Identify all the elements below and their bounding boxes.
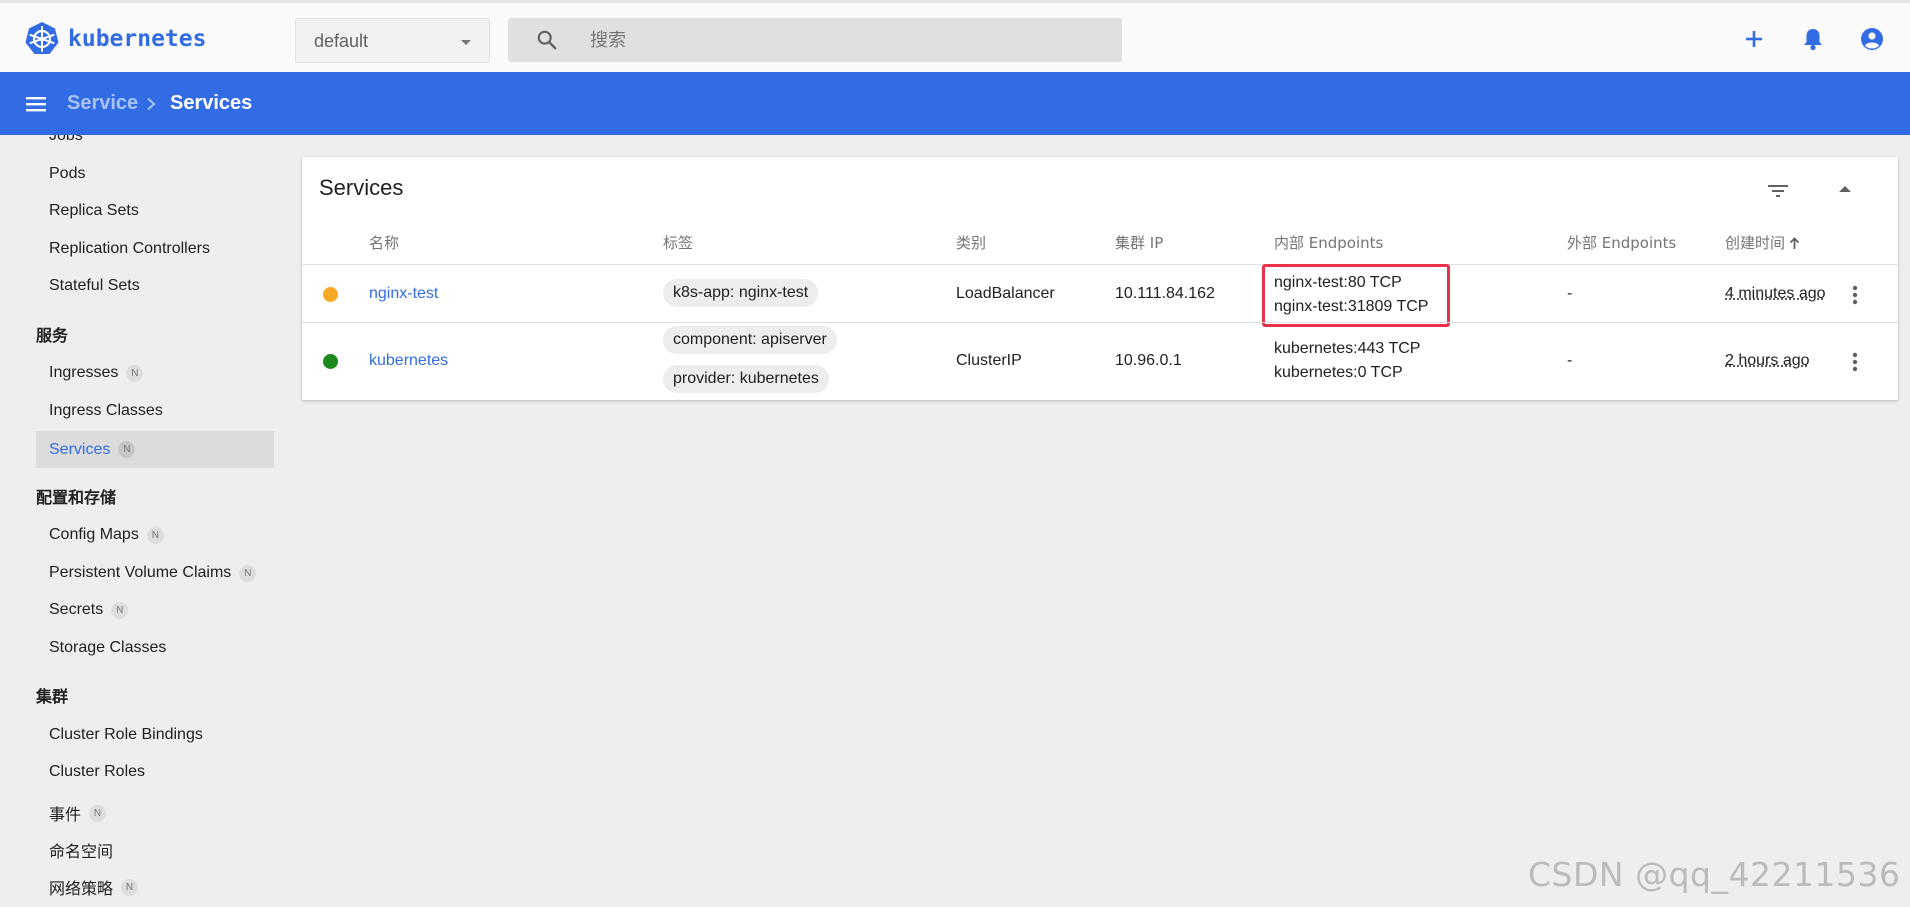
table-divider <box>302 264 1898 265</box>
sidebar-group-cluster: 集群 <box>36 687 69 706</box>
logo-text: kubernetes <box>68 26 207 52</box>
sidebar-item-events[interactable]: 事件 N <box>49 801 107 825</box>
column-header-external-endpoints: 外部 Endpoints <box>1567 234 1677 252</box>
sidebar-item-cluster-roles[interactable]: Cluster Roles <box>49 763 145 781</box>
new-badge: N <box>239 564 257 582</box>
endpoint-entry: kubernetes:443 TCP <box>1274 340 1421 357</box>
sidebar-item-services[interactable]: Services N <box>36 431 274 468</box>
services-card: Services 名称 标签 类别 集群 IP 内部 Endpoints 外部 … <box>302 157 1898 400</box>
column-header-type: 类别 <box>956 234 987 252</box>
namespace-value: default <box>314 31 369 51</box>
sidebar-item-network-policies[interactable]: 网络策略 N <box>49 875 139 899</box>
breadcrumb-bar: Service Services <box>0 72 1910 135</box>
sidebar-item-ingress-classes[interactable]: Ingress Classes <box>49 402 163 420</box>
external-endpoints: - <box>1567 285 1573 302</box>
external-endpoints: - <box>1567 352 1573 369</box>
sidebar-item-jobs[interactable]: Jobs <box>49 135 83 145</box>
card-title: Services <box>319 175 404 200</box>
service-name-link[interactable]: kubernetes <box>369 352 448 370</box>
search-input[interactable] <box>590 18 1090 62</box>
plus-icon[interactable] <box>1743 28 1765 50</box>
sidebar: Jobs Pods Replica Sets Replication Contr… <box>0 135 290 907</box>
endpoints-highlight-box <box>1262 264 1450 327</box>
top-bar: kubernetes default <box>0 0 1910 72</box>
created-age: 4 minutes ago <box>1725 285 1826 302</box>
service-name-link[interactable]: nginx-test <box>369 285 438 303</box>
bell-icon[interactable] <box>1802 27 1824 51</box>
watermark-text: CSDN @qq_42211536 <box>1528 855 1901 894</box>
column-header-cluster-ip: 集群 IP <box>1115 234 1164 252</box>
sort-arrow-up-icon <box>1789 237 1800 249</box>
collapse-arrow-icon[interactable] <box>1838 184 1852 194</box>
sidebar-item-pvc[interactable]: Persistent Volume Claims N <box>49 564 257 582</box>
sidebar-group-service: 服务 <box>36 326 69 345</box>
column-header-name[interactable]: 名称 <box>369 232 399 253</box>
column-header-internal-endpoints: 内部 Endpoints <box>1274 234 1384 252</box>
more-actions-icon[interactable] <box>1852 285 1858 305</box>
namespace-select[interactable]: default <box>295 18 490 63</box>
cluster-ip: 10.111.84.162 <box>1115 285 1215 302</box>
chevron-right-icon <box>147 97 156 111</box>
column-header-created[interactable]: 创建时间 <box>1725 232 1800 253</box>
sidebar-group-config: 配置和存储 <box>36 488 117 507</box>
sidebar-item-stateful-sets[interactable]: Stateful Sets <box>49 277 140 295</box>
service-type: LoadBalancer <box>956 285 1055 302</box>
sidebar-item-config-maps[interactable]: Config Maps N <box>49 526 164 544</box>
table-divider <box>302 322 1898 323</box>
breadcrumb-current: Services <box>170 92 253 114</box>
helm-wheel-icon <box>25 22 59 54</box>
label-chip: k8s-app: nginx-test <box>663 279 819 307</box>
status-pending-dot <box>323 287 338 302</box>
sidebar-item-ingresses[interactable]: Ingresses N <box>49 364 144 382</box>
breadcrumb-parent-link[interactable]: Service <box>67 92 138 115</box>
new-badge: N <box>111 601 129 619</box>
label-chip: provider: kubernetes <box>663 365 829 393</box>
dropdown-caret-icon <box>461 40 471 45</box>
column-header-labels: 标签 <box>663 234 694 252</box>
cluster-ip: 10.96.0.1 <box>1115 352 1182 369</box>
endpoint-entry: kubernetes:0 TCP <box>1274 364 1403 381</box>
filter-icon[interactable] <box>1766 179 1790 203</box>
sidebar-item-replication-controllers[interactable]: Replication Controllers <box>49 240 210 258</box>
sidebar-item-storage-classes[interactable]: Storage Classes <box>49 639 166 657</box>
created-age: 2 hours ago <box>1725 352 1810 369</box>
status-ok-dot <box>323 354 338 369</box>
internal-endpoints: kubernetes:443 TCP kubernetes:0 TCP <box>1274 337 1420 385</box>
new-badge: N <box>118 441 136 458</box>
account-icon[interactable] <box>1860 27 1884 51</box>
label-chip: component: apiserver <box>663 326 837 354</box>
new-badge: N <box>89 804 107 822</box>
sidebar-item-cluster-role-bindings[interactable]: Cluster Role Bindings <box>49 726 203 744</box>
sidebar-item-namespaces[interactable]: 命名空间 <box>49 838 113 862</box>
sidebar-item-replica-sets[interactable]: Replica Sets <box>49 202 139 220</box>
new-badge: N <box>146 526 164 544</box>
sidebar-item-pods[interactable]: Pods <box>49 165 85 183</box>
more-actions-icon[interactable] <box>1852 352 1858 372</box>
new-badge: N <box>121 878 139 896</box>
hamburger-menu-icon[interactable] <box>24 92 48 116</box>
kubernetes-logo[interactable]: kubernetes <box>24 21 206 57</box>
new-badge: N <box>126 364 144 382</box>
sidebar-item-secrets[interactable]: Secrets N <box>49 601 129 619</box>
search-box[interactable] <box>508 18 1122 62</box>
service-type: ClusterIP <box>956 352 1022 369</box>
search-icon <box>537 30 557 50</box>
